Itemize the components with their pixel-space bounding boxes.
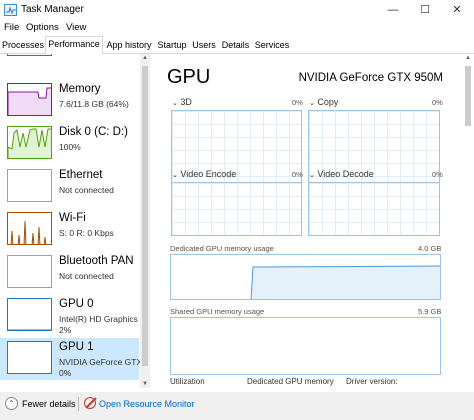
resource-list: Memory 7.6/11.8 GB (64%) Disk 0 (C: D:) … [0, 54, 150, 388]
dedicated-memory-max: 4.0 GB [418, 244, 442, 253]
gpu0-usage: 2% [59, 325, 72, 335]
tab-app-history[interactable]: App history [104, 39, 154, 54]
ethernet-thumbnail [7, 169, 52, 202]
disk-thumbnail [7, 126, 52, 159]
tab-startup[interactable]: Startup [155, 39, 189, 54]
menu-options[interactable]: Options [26, 22, 59, 33]
engine-video-decode-graph [308, 182, 440, 236]
footer-bar: ⌃ Fewer details Open Resource Monitor [0, 392, 474, 420]
menu-bar: File Options View [0, 20, 474, 36]
engine-3d-pct: 0% [292, 98, 303, 107]
wifi-title: Wi-Fi [59, 212, 86, 224]
chevron-down-icon: ⌄ [172, 172, 178, 179]
list-item-cpu-partial[interactable] [0, 54, 139, 62]
wifi-throughput: S: 0 R: 0 Kbps [59, 228, 114, 238]
chevron-down-icon: ⌄ [309, 100, 315, 107]
scroll-up-arrow-icon[interactable]: ▲ [463, 55, 473, 61]
main-scroll-thumb[interactable] [465, 66, 471, 126]
main-scrollbar[interactable]: ▲ [462, 54, 474, 388]
memory-thumbnail [7, 83, 52, 116]
sidebar-item-gpu0[interactable]: GPU 0 Intel(R) HD Graphics 2% [0, 295, 139, 337]
engine-video-encode-label: Video Encode [180, 169, 237, 179]
gpu1-thumbnail [7, 341, 52, 374]
open-resource-monitor-link[interactable]: Open Resource Monitor [99, 399, 195, 409]
cpu-thumbnail [7, 54, 52, 56]
resource-monitor-icon[interactable] [84, 397, 96, 409]
fewer-details-button[interactable]: Fewer details [22, 399, 76, 409]
menu-file[interactable]: File [4, 22, 19, 33]
engine-video-decode-label: Video Decode [317, 169, 374, 179]
sidebar-item-gpu1[interactable]: GPU 1 NVIDIA GeForce GTX 0% [0, 338, 143, 380]
page-title: GPU [167, 66, 211, 88]
tab-users[interactable]: Users [190, 39, 218, 54]
menu-view[interactable]: View [66, 22, 86, 33]
minimize-button[interactable]: — [378, 0, 408, 20]
sidebar-item-bluetooth[interactable]: Bluetooth PAN Not connected [0, 252, 139, 294]
wifi-thumbnail [7, 212, 52, 245]
dedicated-memory-graph [170, 254, 441, 300]
ethernet-title: Ethernet [59, 169, 103, 181]
stat-dedicated-memory-label: Dedicated GPU memory [247, 377, 334, 386]
disk-usage: 100% [59, 142, 81, 152]
engine-copy-label: Copy [317, 97, 339, 107]
close-button[interactable]: ✕ [442, 0, 472, 20]
gpu0-thumbnail [7, 298, 52, 331]
gpu0-model: Intel(R) HD Graphics [59, 314, 138, 324]
tab-processes[interactable]: Processes [2, 39, 44, 54]
scroll-down-arrow-icon[interactable]: ▼ [140, 381, 150, 387]
maximize-button[interactable]: ☐ [410, 0, 440, 20]
gpu1-usage: 0% [59, 368, 72, 378]
chevron-down-icon: ⌄ [172, 100, 178, 107]
tab-services[interactable]: Services [253, 39, 291, 54]
window-title: Task Manager [21, 4, 84, 15]
gpu-model-name: NVIDIA GeForce GTX 950M [298, 72, 443, 84]
tab-details[interactable]: Details [219, 39, 252, 54]
sidebar-item-memory[interactable]: Memory 7.6/11.8 GB (64%) [0, 80, 139, 122]
chevron-up-icon[interactable]: ⌃ [5, 397, 18, 410]
engine-video-decode-pct: 0% [432, 170, 443, 179]
engine-dropdown-video-decode[interactable]: ⌄ Video Decode [309, 169, 374, 179]
ethernet-status: Not connected [59, 185, 114, 195]
shared-memory-label: Shared GPU memory usage [170, 307, 265, 316]
engine-dropdown-copy[interactable]: ⌄ Copy [309, 97, 338, 107]
engine-video-encode-pct: 0% [292, 170, 303, 179]
sidebar-scrollbar[interactable]: ▲ ▼ [140, 54, 150, 388]
tab-performance[interactable]: Performance [45, 36, 103, 55]
gpu-detail-panel: GPU NVIDIA GeForce GTX 950M ⌄ 3D 0% ⌄ Co… [150, 54, 474, 388]
gpu0-title: GPU 0 [59, 298, 94, 310]
chevron-down-icon: ⌄ [309, 172, 315, 179]
engine-video-encode-graph [171, 182, 302, 236]
bluetooth-status: Not connected [59, 271, 114, 281]
gpu1-model: NVIDIA GeForce GTX [59, 357, 143, 367]
stat-utilization-label: Utilization [170, 377, 205, 386]
dedicated-memory-label: Dedicated GPU memory usage [170, 244, 274, 253]
disk-title: Disk 0 (C: D:) [59, 126, 128, 138]
gpu1-title: GPU 1 [59, 341, 94, 353]
sidebar-item-disk[interactable]: Disk 0 (C: D:) 100% [0, 123, 139, 165]
sidebar-item-wifi[interactable]: Wi-Fi S: 0 R: 0 Kbps [0, 209, 139, 251]
shared-memory-graph [170, 317, 441, 375]
tab-bar: Processes Performance App history Startu… [0, 36, 474, 55]
footer-divider [78, 397, 79, 411]
memory-title: Memory [59, 83, 101, 95]
engine-3d-label: 3D [180, 97, 192, 107]
stat-driver-version-label: Driver version: [346, 377, 398, 386]
sidebar-scroll-thumb[interactable] [142, 66, 148, 366]
engine-dropdown-video-encode[interactable]: ⌄ Video Encode [172, 169, 236, 179]
engine-dropdown-3d[interactable]: ⌄ 3D [172, 97, 192, 107]
memory-usage: 7.6/11.8 GB (64%) [59, 99, 129, 109]
task-manager-icon [4, 4, 17, 16]
title-bar: Task Manager — ☐ ✕ [0, 0, 474, 20]
sidebar-item-ethernet[interactable]: Ethernet Not connected [0, 166, 139, 208]
engine-copy-pct: 0% [432, 98, 443, 107]
shared-memory-max: 5.9 GB [418, 307, 442, 316]
bluetooth-title: Bluetooth PAN [59, 255, 134, 267]
bluetooth-thumbnail [7, 255, 52, 288]
scroll-up-arrow-icon[interactable]: ▲ [140, 55, 150, 61]
